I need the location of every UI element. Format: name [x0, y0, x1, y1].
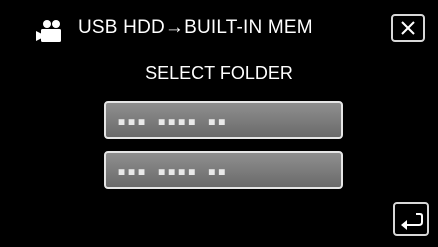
folder-name: ▪▪▪ ▪▪▪▪ ▪▪ [117, 112, 228, 130]
back-button[interactable] [393, 202, 429, 236]
video-camera-icon [36, 19, 66, 45]
close-button[interactable] [391, 14, 425, 42]
screen-title: USB HDD→BUILT-IN MEM [78, 17, 313, 38]
return-arrow-icon [401, 213, 423, 230]
folder-name: ▪▪▪ ▪▪▪▪ ▪▪ [117, 162, 228, 180]
folder-button[interactable]: ▪▪▪ ▪▪▪▪ ▪▪ [104, 151, 343, 189]
header-bar: USB HDD→BUILT-IN MEM [0, 0, 438, 58]
select-folder-heading: SELECT FOLDER [145, 63, 293, 83]
close-icon [401, 21, 415, 35]
folder-button[interactable]: ▪▪▪ ▪▪▪▪ ▪▪ [104, 101, 343, 139]
